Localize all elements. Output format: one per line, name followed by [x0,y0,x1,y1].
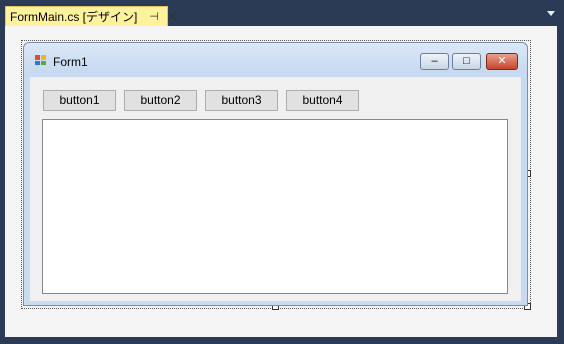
maximize-button[interactable]: □ [452,53,481,70]
tab-formmain-design[interactable]: FormMain.cs [デザイン] ⊣ ✕ [5,6,178,26]
tab-label: FormMain.cs [デザイン] [10,10,138,24]
button2[interactable]: button2 [124,90,197,111]
form-client-area: button1 button2 button3 button4 [30,77,521,301]
form-titlebar: Form1 – □ ✕ [24,43,527,73]
pin-icon[interactable]: ⊣ [149,10,159,23]
close-button[interactable]: ✕ [486,53,518,70]
tab-overflow-dropdown-icon[interactable] [547,11,555,16]
button3[interactable]: button3 [205,90,278,111]
minimize-button[interactable]: – [420,53,449,70]
close-window-icon: ✕ [497,55,507,67]
close-icon[interactable]: ✕ [167,10,178,23]
button4[interactable]: button4 [286,90,359,111]
content-panel[interactable] [42,119,508,294]
minimize-icon: – [431,55,438,67]
document-tab-strip: FormMain.cs [デザイン] ⊣ ✕ [0,0,564,26]
button1[interactable]: button1 [43,90,116,111]
designer-surface: Form1 – □ ✕ button1 button2 button3 butt… [5,26,557,337]
form-title: Form1 [53,55,88,69]
maximize-icon: □ [463,55,470,67]
windows-form-icon [35,55,47,65]
form-window[interactable]: Form1 – □ ✕ button1 button2 button3 butt… [23,42,528,306]
